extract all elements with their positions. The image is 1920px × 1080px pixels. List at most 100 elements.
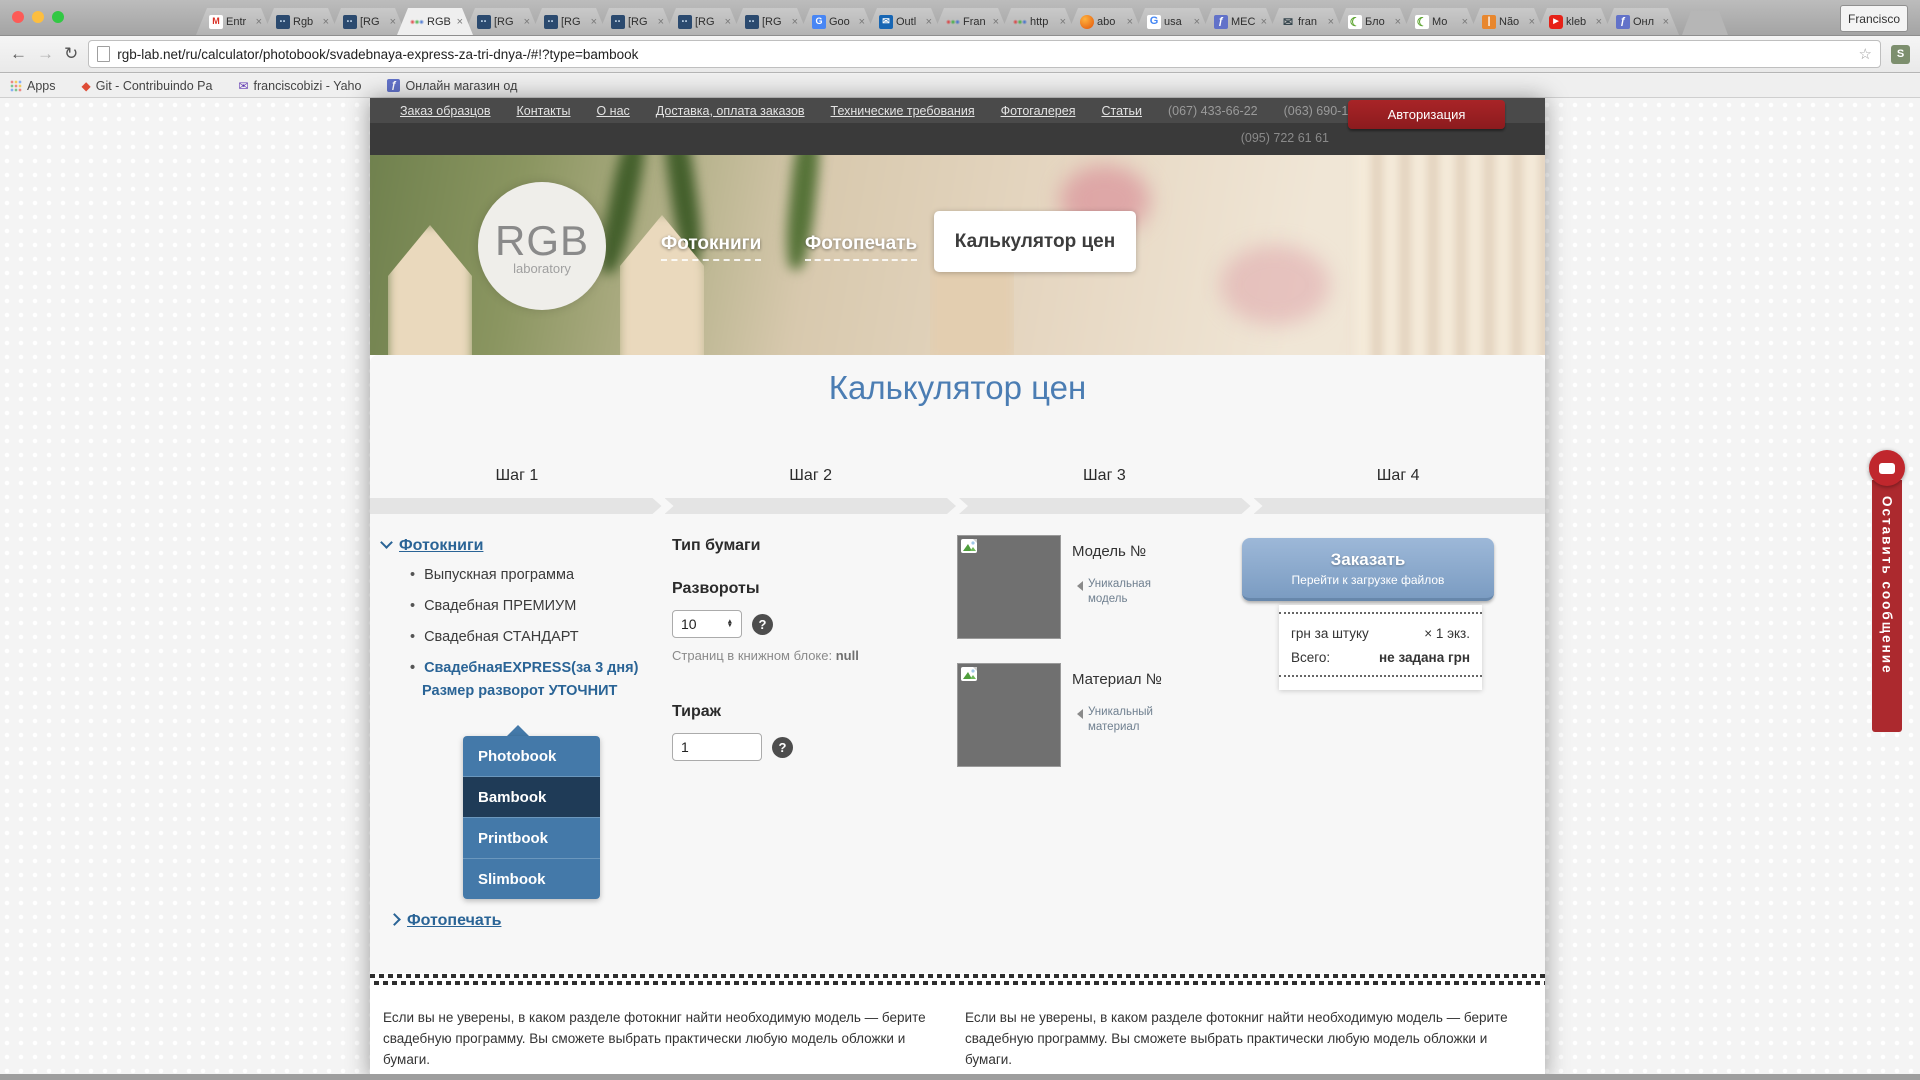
- browser-tab[interactable]: Fran×: [933, 8, 1009, 35]
- booktype-option-printbook[interactable]: Printbook: [463, 817, 600, 858]
- tab-close-icon[interactable]: ×: [1395, 16, 1401, 28]
- browser-tab[interactable]: GGoo×: [799, 8, 875, 35]
- browser-tab[interactable]: ☾Мо×: [1402, 8, 1478, 35]
- browser-tab[interactable]: ••[RG×: [732, 8, 808, 35]
- nav-link[interactable]: Статьи: [1101, 104, 1142, 118]
- browser-tab[interactable]: ✉Outl×: [866, 8, 942, 35]
- tab-close-icon[interactable]: ×: [1127, 16, 1133, 28]
- tab-close-icon[interactable]: ×: [658, 16, 664, 28]
- booktype-option-photobook[interactable]: Photobook: [463, 736, 600, 776]
- order-button[interactable]: Заказать Перейти к загрузке файлов: [1242, 538, 1494, 601]
- leaf-favicon: ☾: [1415, 15, 1429, 29]
- nav-link[interactable]: Технические требования: [831, 104, 975, 118]
- mail-favicon: ✉: [1281, 15, 1295, 29]
- photobook-list-item[interactable]: •Свадебная ПРЕМИУМ: [410, 598, 662, 614]
- step-label: Шаг 3: [958, 467, 1252, 485]
- menu-link-photobooks[interactable]: Фотокниги: [661, 233, 761, 261]
- tab-close-icon[interactable]: ×: [1060, 16, 1066, 28]
- url-text[interactable]: rgb-lab.net/ru/calculator/photobook/svad…: [117, 47, 1851, 62]
- tab-close-icon[interactable]: ×: [792, 16, 798, 28]
- browser-tab[interactable]: ••[RG×: [464, 8, 540, 35]
- tab-close-icon[interactable]: ×: [457, 16, 463, 28]
- model-note[interactable]: Уникальнаямодель: [1072, 577, 1151, 607]
- minimize-window-button[interactable]: [32, 11, 44, 23]
- tab-close-icon[interactable]: ×: [1462, 16, 1468, 28]
- tab-close-icon[interactable]: ×: [390, 16, 396, 28]
- tab-close-icon[interactable]: ×: [926, 16, 932, 28]
- tab-close-icon[interactable]: ×: [1194, 16, 1200, 28]
- new-tab-button[interactable]: [1682, 11, 1728, 35]
- browser-tab[interactable]: ▶kleb×: [1536, 8, 1612, 35]
- model-image-placeholder[interactable]: [957, 535, 1061, 639]
- reload-icon[interactable]: ↻: [64, 44, 78, 64]
- back-icon[interactable]: ←: [10, 44, 27, 64]
- stepper-arrows-icon[interactable]: ▲▼: [727, 620, 733, 627]
- tab-close-icon[interactable]: ×: [1261, 16, 1267, 28]
- authorization-button[interactable]: Авторизация: [1348, 100, 1505, 129]
- browser-tab-active[interactable]: RGB×: [397, 8, 473, 35]
- photobook-list: •Выпускная программа •Свадебная ПРЕМИУМ •С…: [410, 567, 662, 676]
- photobook-list-item-selected[interactable]: •СвадебнаяEXPRESS(за 3 дня): [410, 660, 662, 676]
- tab-close-icon[interactable]: ×: [1596, 16, 1602, 28]
- feedback-widget[interactable]: Оставить сообщение: [1869, 450, 1905, 732]
- browser-tab[interactable]: ƒMEC×: [1201, 8, 1277, 35]
- booktype-option-bambook[interactable]: Bambook: [463, 776, 600, 817]
- material-image-placeholder[interactable]: [957, 663, 1061, 767]
- browser-tab[interactable]: ••Rgb×: [263, 8, 339, 35]
- quantity-input[interactable]: 1: [672, 733, 762, 761]
- category-photobooks-link[interactable]: Фотокниги: [399, 537, 483, 554]
- extension-icon[interactable]: S: [1891, 45, 1910, 64]
- nav-link[interactable]: Заказ образцов: [400, 104, 490, 118]
- browser-tab[interactable]: MEntr×: [196, 8, 272, 35]
- browser-tab[interactable]: ƒОнл×: [1603, 8, 1679, 35]
- browser-tab[interactable]: ••[RG×: [665, 8, 741, 35]
- spreads-select[interactable]: 10 ▲▼: [672, 610, 742, 638]
- tab-close-icon[interactable]: ×: [725, 16, 731, 28]
- browser-tab[interactable]: ••[RG×: [330, 8, 406, 35]
- tab-close-icon[interactable]: ×: [1328, 16, 1334, 28]
- tab-close-icon[interactable]: ×: [323, 16, 329, 28]
- close-window-button[interactable]: [12, 11, 24, 23]
- browser-tab[interactable]: http×: [1000, 8, 1076, 35]
- browser-tab[interactable]: ••[RG×: [531, 8, 607, 35]
- tab-close-icon[interactable]: ×: [993, 16, 999, 28]
- photobook-list-item[interactable]: •Выпускная программа: [410, 567, 662, 583]
- bookmark-item[interactable]: ◆Git - Contribuindo Pa: [82, 79, 213, 93]
- category-photoprint-link[interactable]: Фотопечать: [407, 912, 501, 929]
- material-note[interactable]: Уникальныйматериал: [1072, 705, 1153, 735]
- menu-link-photoprint[interactable]: Фотопечать: [805, 233, 917, 261]
- browser-tab[interactable]: Gusa×: [1134, 8, 1210, 35]
- nav-link[interactable]: Доставка, оплата заказов: [656, 104, 805, 118]
- site-logo[interactable]: RGB laboratory: [478, 182, 606, 310]
- profile-button[interactable]: Francisco: [1840, 5, 1908, 32]
- bookmark-item[interactable]: ƒОнлайн магазин од: [387, 79, 517, 93]
- forward-icon[interactable]: →: [37, 44, 54, 64]
- browser-tab[interactable]: ☾Бло×: [1335, 8, 1411, 35]
- tab-close-icon[interactable]: ×: [256, 16, 262, 28]
- bookmark-star-icon[interactable]: ☆: [1859, 45, 1872, 63]
- chat-badge[interactable]: [1869, 450, 1905, 486]
- tab-close-icon[interactable]: ×: [1529, 16, 1535, 28]
- bookmark-item[interactable]: ✉franciscobizi - Yaho: [238, 79, 361, 93]
- zoom-window-button[interactable]: [52, 11, 64, 23]
- help-icon[interactable]: ?: [772, 737, 793, 758]
- photobook-list-item[interactable]: •Свадебная СТАНДАРТ: [410, 629, 662, 645]
- browser-tab[interactable]: |Não×: [1469, 8, 1545, 35]
- nav-link[interactable]: Контакты: [516, 104, 570, 118]
- bookmark-item[interactable]: Apps: [10, 79, 56, 93]
- tab-close-icon[interactable]: ×: [591, 16, 597, 28]
- nav-link[interactable]: Фотогалерея: [1001, 104, 1076, 118]
- leave-message-tab[interactable]: Оставить сообщение: [1872, 480, 1902, 732]
- selected-item-line2[interactable]: Размер разворот УТОЧНИТ: [422, 683, 662, 699]
- browser-tab[interactable]: abo×: [1067, 8, 1143, 35]
- tab-close-icon[interactable]: ×: [859, 16, 865, 28]
- browser-tab[interactable]: ✉fran×: [1268, 8, 1344, 35]
- address-bar[interactable]: rgb-lab.net/ru/calculator/photobook/svad…: [88, 40, 1881, 68]
- help-icon[interactable]: ?: [752, 614, 773, 635]
- booktype-option-slimbook[interactable]: Slimbook: [463, 858, 600, 899]
- nav-link[interactable]: О нас: [596, 104, 629, 118]
- browser-tab[interactable]: ••[RG×: [598, 8, 674, 35]
- menu-link-calculator-active[interactable]: Калькулятор цен: [934, 211, 1136, 272]
- tab-close-icon[interactable]: ×: [1663, 16, 1669, 28]
- tab-close-icon[interactable]: ×: [524, 16, 530, 28]
